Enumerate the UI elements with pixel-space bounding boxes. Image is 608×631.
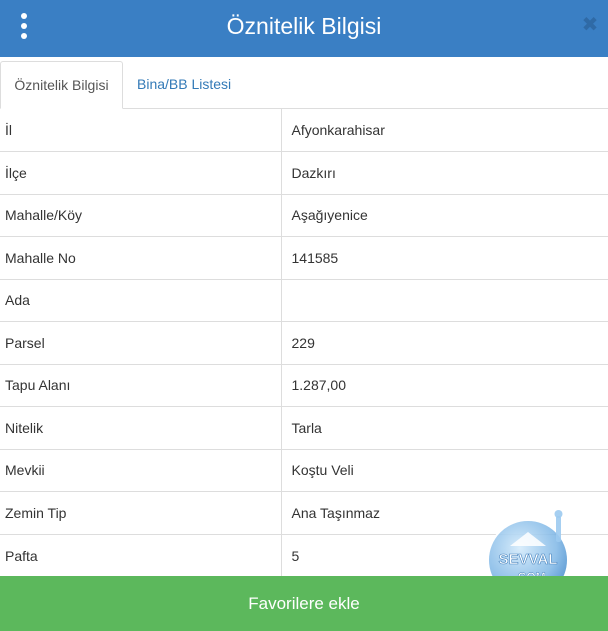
row-key: İlçe [0,151,282,194]
table-row: Ada [0,278,608,322]
table-row: İlçe Dazkırı [0,151,608,194]
row-value: Tarla [281,406,608,449]
table-row: Nitelik Tarla [0,406,608,449]
table-row: Mevkii Koştu Veli [0,448,608,492]
tab-attribute-info[interactable]: Öznitelik Bilgisi [0,61,123,109]
attribute-table: İl Afyonkarahisar İlçe Dazkırı Mahalle/K… [0,109,608,577]
row-key: Mahalle/Köy [0,193,282,237]
row-key: Zemin Tip [0,491,282,534]
row-value: 229 [281,321,608,364]
row-key: Ada [0,278,282,322]
row-value: Dazkırı [281,151,608,194]
add-to-favorites-button[interactable]: Favorilere ekle [0,576,608,631]
row-key: Pafta [0,533,282,577]
table-row: Parsel 229 [0,321,608,364]
close-icon[interactable]: ✖ [580,14,600,36]
dialog-title: Öznitelik Bilgisi [226,13,382,39]
table-row: Zemin Tip Ana Taşınmaz [0,491,608,534]
row-value: Koştu Veli [281,448,608,492]
row-key: Mevkii [0,448,282,492]
row-key: Tapu Alanı [0,363,282,407]
row-value: Aşağıyenice [281,193,608,237]
table-row: Tapu Alanı 1.287,00 [0,363,608,407]
row-key: Parsel [0,321,282,364]
row-value [281,278,608,322]
table-row: Mahalle No 141585 [0,236,608,279]
row-key: Nitelik [0,406,282,449]
tab-bar: Öznitelik Bilgisi Bina/BB Listesi [0,57,608,109]
row-value: 5 [281,533,608,577]
tab-building-list[interactable]: Bina/BB Listesi [126,61,242,109]
row-key: İl [0,109,282,152]
row-value: 141585 [281,236,608,279]
row-key: Mahalle No [0,236,282,279]
table-row: Mahalle/Köy Aşağıyenice [0,193,608,237]
table-row: Pafta 5 [0,533,608,577]
row-value: Afyonkarahisar [291,122,385,138]
table-row: İl Afyonkarahisar [0,109,608,152]
row-value: Ana Taşınmaz [281,491,608,534]
row-value: 1.287,00 [281,363,608,407]
dialog-header: Öznitelik Bilgisi ✖ [0,0,608,57]
